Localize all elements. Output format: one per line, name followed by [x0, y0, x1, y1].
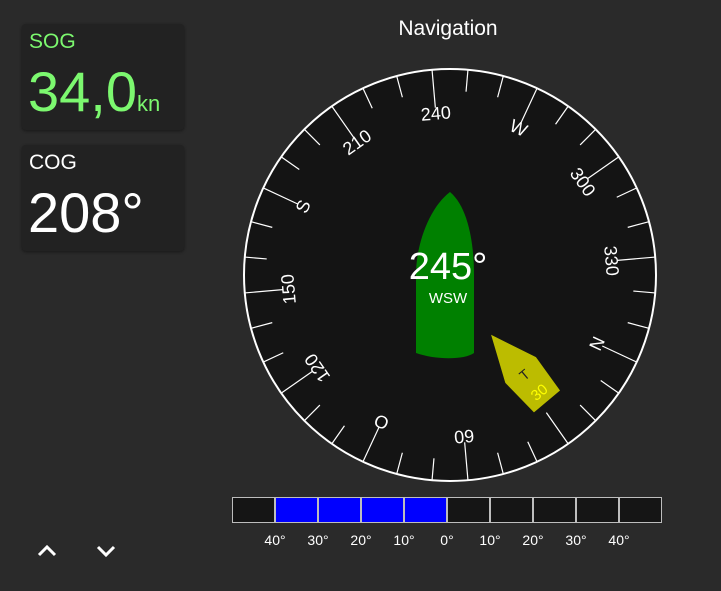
- cog-card: COG 208°: [22, 145, 184, 251]
- sog-label: SOG: [29, 30, 76, 53]
- chevron-up-icon: [37, 544, 57, 557]
- scale-cell: [361, 497, 404, 523]
- scale-label: 10°: [479, 532, 501, 548]
- scroll-up-button[interactable]: [34, 538, 60, 564]
- sog-value: 34,0kn: [28, 64, 160, 120]
- scale-cell: [490, 497, 533, 523]
- scale-cell: [275, 497, 318, 523]
- scale-label: 0°: [440, 532, 454, 548]
- scale-label: 10°: [393, 532, 415, 548]
- compass-label: 240: [420, 102, 452, 125]
- scale-cell: [232, 497, 275, 523]
- cog-value: 208°: [28, 185, 144, 241]
- cog-label: COG: [29, 151, 77, 174]
- compass-label: 60: [453, 426, 475, 448]
- sog-unit: kn: [137, 91, 161, 116]
- scale-cell: [447, 497, 490, 523]
- navigation-title: Navigation: [398, 17, 498, 40]
- sog-card: SOG 34,0kn: [22, 24, 184, 130]
- scale-label: 30°: [307, 532, 329, 548]
- scale-label: 40°: [608, 532, 630, 548]
- scale-label: 20°: [350, 532, 372, 548]
- scale-label: 20°: [522, 532, 544, 548]
- deviation-scale: [232, 497, 663, 523]
- scale-cell: [533, 497, 576, 523]
- scale-cell: [619, 497, 662, 523]
- heading-direction: WSW: [429, 290, 468, 307]
- scale-label: 40°: [264, 532, 286, 548]
- chevron-down-icon: [96, 545, 116, 558]
- heading-value: 245°: [409, 246, 488, 288]
- sog-number: 34,0: [28, 60, 137, 123]
- scale-cell: [576, 497, 619, 523]
- scale-label: 30°: [565, 532, 587, 548]
- compass-label: 330: [600, 245, 623, 277]
- cog-number: 208°: [28, 181, 144, 244]
- scale-cell: [318, 497, 361, 523]
- scroll-down-button[interactable]: [93, 538, 119, 564]
- compass-label: 150: [277, 273, 300, 305]
- scale-cell: [404, 497, 447, 523]
- compass-dial: 240W300330N60O120150S210 245° WSW T 30: [243, 68, 657, 482]
